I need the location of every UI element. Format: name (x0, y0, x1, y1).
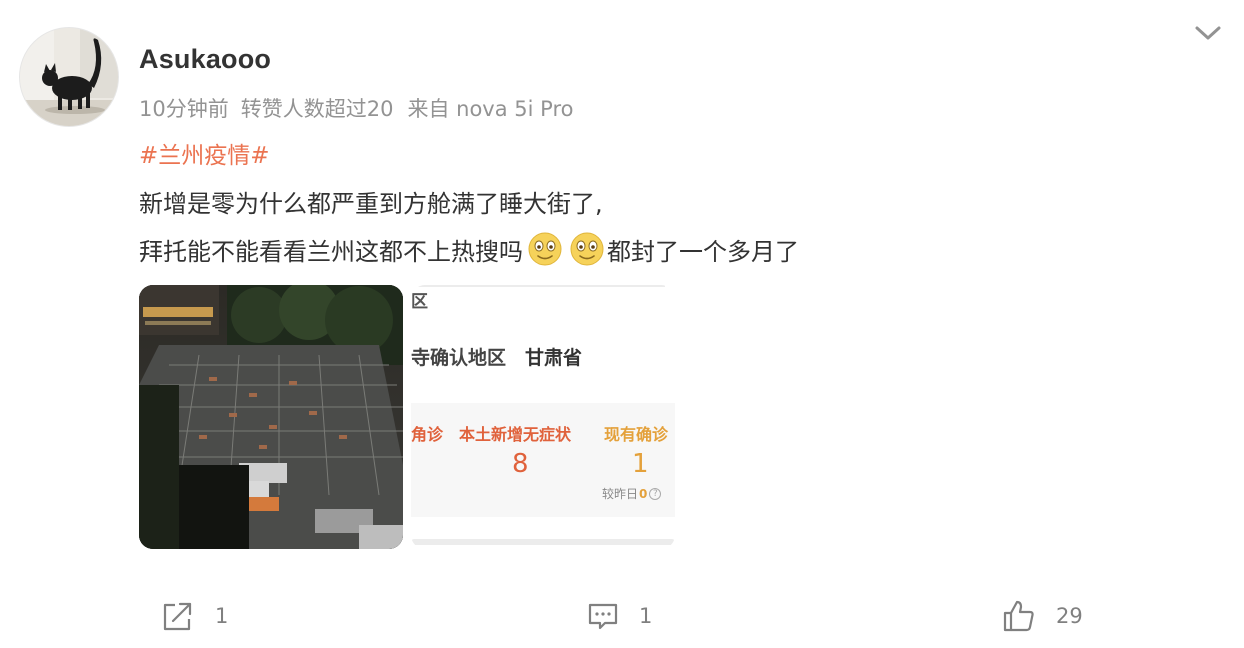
thumbs-up-icon (1003, 600, 1034, 632)
stat-asymptomatic-label: 本土新增无症状 (459, 425, 572, 444)
cat-avatar-image (20, 28, 118, 126)
post-image-street-photo[interactable] (139, 285, 403, 549)
comment-icon (588, 603, 618, 630)
stat-confirmed-label: 现有确诊 (604, 425, 669, 444)
username[interactable]: Asukaooo (139, 44, 271, 75)
divider (411, 539, 675, 545)
post-source: 来自 nova 5i Pro (407, 97, 574, 121)
stat-confirmed-value: 1 (632, 449, 649, 479)
region-label: 寺确认地区 (411, 347, 507, 369)
stats-panel: 角诊 本土新增无症状 现有确诊 8 1 较昨日 0 ? (411, 403, 675, 517)
post-meta: 10分钟前 转赞人数超过20 来自 nova 5i Pro (139, 93, 573, 123)
help-icon: ? (649, 487, 662, 500)
share-icon (163, 602, 192, 631)
post-text-part1: 拜托能不能看看兰州这都不上热搜吗 (139, 237, 523, 266)
weibo-post: Asukaooo 10分钟前 转赞人数超过20 来自 nova 5i Pro #… (0, 0, 1244, 648)
avatar[interactable] (19, 27, 119, 127)
stat-compare: 较昨日 0 ? (602, 485, 662, 502)
comment-button[interactable]: 1 (587, 598, 652, 634)
post-image-covid-stats[interactable]: 区 寺确认地区 甘肃省 角诊 本土新增无症状 现有确诊 8 1 较昨日 0 ? (411, 285, 675, 549)
post-text-part2: 都封了一个多月了 (607, 237, 799, 266)
province-name: 甘肃省 (525, 347, 583, 369)
like-count: 29 (1056, 604, 1083, 628)
stat-partial-label: 角诊 (411, 425, 444, 444)
post-time[interactable]: 10分钟前 (139, 93, 229, 123)
smile-emoji (569, 231, 605, 267)
comment-count: 1 (639, 604, 653, 628)
stat-asymptomatic-value: 8 (512, 449, 529, 479)
chevron-down-icon[interactable] (1192, 20, 1224, 46)
post-text-line2: 拜托能不能看看兰州这都不上热搜吗 都封了一个多月了 (139, 231, 799, 267)
night-street-image (139, 285, 403, 549)
reposts-note: 转赞人数超过20 (240, 97, 394, 121)
share-button[interactable]: 1 (161, 598, 228, 634)
like-button[interactable]: 29 (1002, 598, 1083, 634)
hashtag-link[interactable]: #兰州疫情# (139, 136, 270, 170)
cropped-text: 区 (411, 292, 428, 312)
post-text-line1: 新增是零为什么都严重到方舱满了睡大街了, (139, 190, 603, 218)
compare-value: 0 (639, 486, 648, 501)
share-count: 1 (215, 604, 229, 628)
smile-emoji (527, 231, 563, 267)
compare-label: 较昨日 (602, 487, 639, 501)
divider (411, 285, 665, 287)
